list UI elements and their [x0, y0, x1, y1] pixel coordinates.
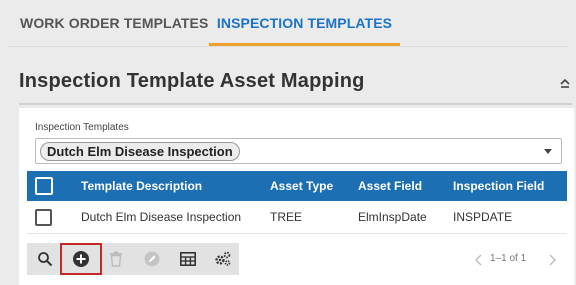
- columns-icon: [180, 252, 196, 266]
- tab-inspection-templates[interactable]: INSPECTION TEMPLATES: [209, 0, 400, 46]
- column-header-asset-field[interactable]: Asset Field: [358, 171, 422, 201]
- edit-icon: [144, 251, 160, 267]
- settings-button[interactable]: [205, 243, 241, 275]
- table-row[interactable]: Dutch Elm Disease Inspection TREE ElmIns…: [27, 201, 567, 234]
- search-icon: [38, 252, 53, 267]
- edit-button[interactable]: [134, 243, 170, 275]
- collapse-icon[interactable]: [558, 76, 572, 90]
- pagination: 1–1 of 1: [465, 243, 565, 275]
- columns-button[interactable]: [170, 243, 206, 275]
- table-toolbar: [27, 243, 239, 275]
- add-icon: [73, 251, 89, 267]
- row-checkbox[interactable]: [35, 209, 52, 226]
- settings-icon: [215, 251, 231, 266]
- tab-divider: [8, 46, 568, 47]
- search-button[interactable]: [27, 243, 63, 275]
- cell-asset-field: ElmInspDate: [358, 210, 427, 224]
- table-header: Template Description Asset Type Asset Fi…: [27, 171, 567, 201]
- cell-template-description: Dutch Elm Disease Inspection: [81, 210, 242, 224]
- chevron-down-icon[interactable]: [544, 149, 552, 154]
- select-all-checkbox[interactable]: [35, 177, 53, 195]
- cell-inspection-field: INSPDATE: [453, 210, 513, 224]
- inspection-templates-select[interactable]: Dutch Elm Disease Inspection: [35, 138, 562, 164]
- delete-icon: [110, 251, 122, 267]
- section-title: Inspection Template Asset Mapping: [19, 70, 365, 92]
- tab-bar: WORK ORDER TEMPLATES INSPECTION TEMPLATE…: [0, 0, 576, 46]
- chevron-right-icon[interactable]: [547, 253, 557, 266]
- delete-button[interactable]: [98, 243, 134, 275]
- chevron-left-icon[interactable]: [474, 253, 484, 266]
- section-divider: [19, 103, 572, 105]
- add-button[interactable]: [60, 243, 102, 275]
- cell-asset-type: TREE: [270, 210, 303, 224]
- selected-template-chip[interactable]: Dutch Elm Disease Inspection: [40, 142, 240, 161]
- column-header-inspection-field[interactable]: Inspection Field: [453, 171, 544, 201]
- column-header-asset-type[interactable]: Asset Type: [270, 171, 333, 201]
- pagination-range: 1–1 of 1: [490, 253, 527, 264]
- inspection-templates-label: Inspection Templates: [35, 122, 129, 133]
- column-header-template-description[interactable]: Template Description: [81, 171, 202, 201]
- mapping-panel: Inspection Templates Dutch Elm Disease I…: [19, 108, 574, 285]
- tab-work-order-templates[interactable]: WORK ORDER TEMPLATES: [20, 0, 208, 46]
